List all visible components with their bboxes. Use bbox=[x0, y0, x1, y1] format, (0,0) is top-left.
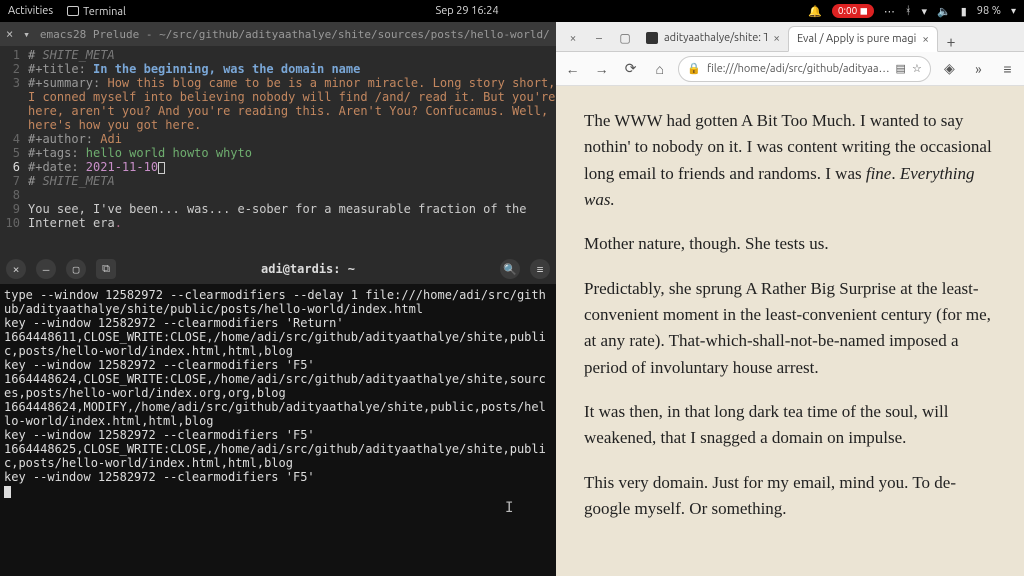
terminal-line: 1664448611,CLOSE_WRITE:CLOSE,/home/adi/s… bbox=[4, 330, 546, 358]
url-text: file:///home/adi/src/github/adityaa… bbox=[707, 63, 890, 75]
maximize-button[interactable]: ▢ bbox=[66, 259, 86, 279]
emacs-tab-close-icon[interactable]: × bbox=[6, 27, 13, 41]
activities-button[interactable]: Activities bbox=[8, 5, 53, 17]
github-favicon-icon bbox=[646, 32, 658, 44]
emacs-window-title: emacs28 Prelude - ~/src/github/adityaath… bbox=[40, 28, 550, 41]
gnome-topbar: Activities Terminal Sep 29 16:24 🔔 0:00 … bbox=[0, 0, 1024, 22]
back-button[interactable]: ← bbox=[562, 58, 583, 80]
browser-window: × – ▢ adityaathalye/shite: The… × Eval /… bbox=[556, 22, 1024, 576]
terminal-window: × – ▢ ⧉ adi@tardis: ~ 🔍 ≡ type --window … bbox=[0, 254, 556, 576]
emacs-cursor bbox=[158, 162, 165, 174]
terminal-app-indicator[interactable]: Terminal bbox=[67, 5, 126, 18]
tab-github[interactable]: adityaathalye/shite: The… × bbox=[638, 25, 788, 51]
reader-mode-icon[interactable]: ▤ bbox=[896, 62, 906, 75]
lock-icon: 🔒 bbox=[687, 62, 701, 75]
volume-icon[interactable]: 🔈 bbox=[937, 5, 951, 18]
terminal-cursor bbox=[4, 486, 11, 498]
browser-tabstrip: × – ▢ adityaathalye/shite: The… × Eval /… bbox=[556, 22, 1024, 52]
terminal-line: 1664448624,MODIFY,/home/adi/src/github/a… bbox=[4, 400, 546, 428]
more-icon[interactable]: ⋯ bbox=[884, 5, 895, 18]
terminal-line: key --window 12582972 --clearmodifiers '… bbox=[4, 316, 344, 330]
close-tab-icon[interactable]: × bbox=[922, 33, 929, 46]
tab-max-ctrl[interactable]: ▢ bbox=[612, 25, 638, 51]
reload-button[interactable]: ⟳ bbox=[620, 58, 641, 80]
terminal-title: adi@tardis: ~ bbox=[126, 262, 490, 276]
url-bar[interactable]: 🔒 file:///home/adi/src/github/adityaa… ▤… bbox=[678, 56, 931, 82]
new-tab-button[interactable]: ⧉ bbox=[96, 259, 116, 279]
emacs-buffer[interactable]: 1# SHITE_META 2#+title: In the beginning… bbox=[0, 46, 556, 234]
terminal-output[interactable]: type --window 12582972 --clearmodifiers … bbox=[0, 284, 556, 502]
browser-viewport[interactable]: The WWW had gotten A Bit Too Much. I wan… bbox=[556, 86, 1024, 576]
forward-button[interactable]: → bbox=[591, 58, 612, 80]
hamburger-menu-icon[interactable]: ≡ bbox=[997, 58, 1018, 80]
text-cursor-ibeam-icon: I bbox=[505, 500, 513, 516]
new-tab-button[interactable]: + bbox=[938, 33, 964, 51]
minimize-button[interactable]: – bbox=[36, 259, 56, 279]
system-menu-chevron-icon[interactable]: ▾ bbox=[1011, 5, 1016, 17]
emacs-window: × ▾ emacs28 Prelude - ~/src/github/adity… bbox=[0, 22, 556, 254]
terminal-line: key --window 12582972 --clearmodifiers '… bbox=[4, 358, 315, 372]
hamburger-menu-button[interactable]: ≡ bbox=[530, 259, 550, 279]
terminal-line: key --window 12582972 --clearmodifiers '… bbox=[4, 428, 315, 442]
shield-icon[interactable]: ◈ bbox=[939, 58, 960, 80]
tab-evalapply[interactable]: Eval / Apply is pure magic × bbox=[788, 26, 938, 52]
terminal-line: 1664448625,CLOSE_WRITE:CLOSE,/home/adi/s… bbox=[4, 442, 546, 470]
bluetooth-icon[interactable]: ᚼ bbox=[905, 5, 912, 17]
wifi-icon[interactable]: ▾ bbox=[921, 5, 927, 18]
screen-recorder-indicator[interactable]: 0:00 ◼ bbox=[832, 4, 874, 18]
bookmark-star-icon[interactable]: ☆ bbox=[912, 62, 922, 75]
browser-toolbar: ← → ⟳ ⌂ 🔒 file:///home/adi/src/github/ad… bbox=[556, 52, 1024, 86]
terminal-titlebar: × – ▢ ⧉ adi@tardis: ~ 🔍 ≡ bbox=[0, 254, 556, 284]
terminal-line: key --window 12582972 --clearmodifiers '… bbox=[4, 470, 315, 484]
article-body: The WWW had gotten A Bit Too Much. I wan… bbox=[584, 108, 996, 522]
battery-icon[interactable]: ▮ bbox=[961, 5, 967, 18]
overflow-icon[interactable]: » bbox=[968, 58, 989, 80]
terminal-icon bbox=[67, 6, 79, 16]
close-button[interactable]: × bbox=[6, 259, 26, 279]
tab-min-ctrl[interactable]: – bbox=[586, 25, 612, 51]
notification-bell-icon[interactable]: 🔔 bbox=[808, 5, 822, 18]
emacs-tabbar: × ▾ emacs28 Prelude - ~/src/github/adity… bbox=[0, 22, 556, 46]
emacs-tab-dropdown-icon[interactable]: ▾ bbox=[23, 28, 30, 41]
terminal-line: 1664448624,CLOSE_WRITE:CLOSE,/home/adi/s… bbox=[4, 372, 546, 400]
search-button[interactable]: 🔍 bbox=[500, 259, 520, 279]
battery-percent: 98 % bbox=[977, 5, 1001, 17]
close-tab-icon[interactable]: × bbox=[773, 32, 780, 45]
tab-close-ctrl[interactable]: × bbox=[560, 25, 586, 51]
terminal-line: type --window 12582972 --clearmodifiers … bbox=[4, 288, 546, 316]
home-button[interactable]: ⌂ bbox=[649, 58, 670, 80]
clock[interactable]: Sep 29 16:24 bbox=[435, 5, 498, 17]
